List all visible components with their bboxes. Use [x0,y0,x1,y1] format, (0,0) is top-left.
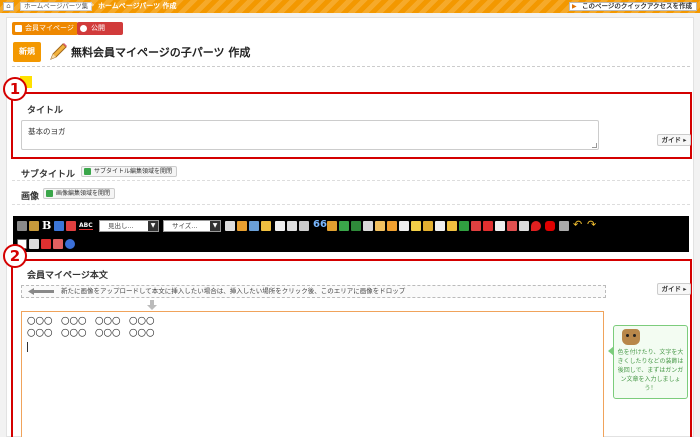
youtube-icon[interactable] [545,221,555,231]
tip-bubble: 色を付けたり、文字を大きくしたりなどの装飾は後回しで、まずはガンガン文章を入力し… [608,325,688,399]
highlight-icon[interactable] [411,221,421,231]
bookmark-icon[interactable] [483,221,493,231]
size-select-label: サイズ... [172,222,198,230]
chevron-down-icon: ▼ [210,221,220,231]
top-bar: ⌂ ホームページパーツ集 » ホームページパーツ 作成 ▶ このページのクイック… [0,0,700,13]
size-select[interactable]: サイズ... ▼ [163,220,221,232]
paste-icon[interactable] [29,221,39,231]
divider [12,180,690,181]
map-pin-icon[interactable] [531,221,541,231]
box-icon[interactable] [423,221,433,231]
title-section: タイトル 基本のヨガ ガイド ▸ [11,92,692,159]
box-yellow-icon[interactable] [447,221,457,231]
title-guide-button[interactable]: ガイド ▸ [657,134,691,146]
pdf-icon[interactable] [41,239,51,249]
image-label: 画像 [21,192,40,202]
divider [12,204,690,205]
page-icon[interactable] [29,239,39,249]
breadcrumb-current: ホームページパーツ 作成 [98,2,177,10]
mascot-icon [622,329,640,345]
frame-icon[interactable] [495,221,505,231]
folder-icon[interactable] [261,221,271,231]
image-icon[interactable] [363,221,373,231]
blank-icon[interactable] [519,221,529,231]
text-cursor [27,342,28,352]
subtitle-toggle-label: サブタイトル編集領域を開閉 [94,168,173,175]
unlink-icon[interactable] [351,221,361,231]
editor-toolbar: B ABC 見出し... ▼ サイズ... ▼ 66 ↶ ↷ [13,216,689,252]
tip-text: 色を付けたり、文字を大きくしたりなどの装飾は後回しで、まずはガンガン文章を入力し… [617,349,684,392]
special-char-icon[interactable] [327,221,337,231]
callout-number-2: 2 [3,244,27,268]
document-icon[interactable] [375,221,385,231]
image-drop-area[interactable]: 新たに画像をアップロードして本文に挿入したい場合は、挿入したい場所をクリック後、… [21,285,606,298]
bullet-list-icon[interactable] [275,221,285,231]
link-icon: ▶ [571,3,577,10]
home-icon[interactable]: ⌂ [3,2,14,11]
page-content: 会員マイページ 公開 新規 無料会員マイページの子パーツ 作成 タイトル 基本の… [3,17,694,437]
horizontal-rule-icon[interactable] [471,221,481,231]
breadcrumb-separator: » [90,1,95,9]
bold-icon[interactable]: B [42,219,51,232]
editor-line: 〇〇〇 〇〇〇 〇〇〇 〇〇〇 [27,329,155,339]
image-toggle-label: 画像編集領域を開閉 [56,190,111,197]
box-green-icon[interactable] [459,221,469,231]
body-guide-button[interactable]: ガイド ▸ [657,283,691,295]
lock-icon [15,25,22,32]
numbered-list-icon[interactable] [287,221,297,231]
embed-icon[interactable] [559,221,569,231]
arrow-right-icon [28,288,54,295]
title-value: 基本のヨガ [28,127,66,136]
template-icon[interactable] [387,221,397,231]
copy-icon[interactable] [237,221,247,231]
font-color-icon[interactable] [66,221,76,231]
body-editor[interactable]: 〇〇〇 〇〇〇 〇〇〇 〇〇〇 〇〇〇 〇〇〇 〇〇〇 〇〇〇 [21,311,604,437]
title-input[interactable]: 基本のヨガ [21,120,599,150]
chevron-down-icon: ▼ [148,221,158,231]
align-center-icon[interactable] [435,221,445,231]
eraser-icon[interactable] [54,221,64,231]
table-icon[interactable] [249,221,259,231]
checklist-icon[interactable] [299,221,309,231]
public-chip-label: 公開 [91,24,105,32]
source-icon[interactable] [17,221,27,231]
download-icon [84,168,91,175]
member-page-chip: 会員マイページ [12,22,78,35]
redo-icon[interactable]: ↷ [587,218,596,231]
new-badge: 新規 [13,42,41,62]
body-label: 会員マイページ本文 [27,271,108,281]
body-section: 会員マイページ本文 ガイド ▸ 新たに画像をアップロードして本文に挿入したい場合… [11,259,692,437]
title-label: タイトル [27,106,64,116]
download-icon [46,190,53,197]
file-icon[interactable] [53,239,63,249]
align-left-icon[interactable] [399,221,409,231]
tip-pointer [608,346,614,356]
member-chip-label: 会員マイページ [25,24,74,32]
quote-icon[interactable]: 66 [313,219,327,230]
heading-select[interactable]: 見出し... ▼ [99,220,159,232]
public-status-chip[interactable]: 公開 [77,22,123,35]
page-title: 無料会員マイページの子パーツ 作成 [71,46,251,59]
breadcrumb-parts-list[interactable]: ホームページパーツ集 [20,2,93,11]
drop-hint: 新たに画像をアップロードして本文に挿入したい場合は、挿入したい場所をクリック後、… [61,287,406,295]
resize-handle-icon[interactable] [592,143,597,148]
divider [12,66,690,67]
image-toggle-button[interactable]: 画像編集領域を開閉 [43,188,116,199]
callout-number-1: 1 [3,77,27,101]
editor-line: 〇〇〇 〇〇〇 〇〇〇 〇〇〇 [27,317,155,327]
quick-access-label: このページのクイックアクセスを作成 [581,2,692,10]
undo-icon[interactable]: ↶ [573,218,582,231]
quick-access-button[interactable]: ▶ このページのクイックアクセスを作成 [568,2,697,11]
subtitle-toggle-button[interactable]: サブタイトル編集領域を開閉 [81,166,178,177]
arrow-down-icon [147,300,157,310]
public-icon [80,25,87,32]
spellcheck-icon[interactable]: ABC [79,222,93,230]
plus-icon[interactable] [225,221,235,231]
form-icon[interactable] [507,221,517,231]
help-icon[interactable] [65,239,75,249]
pencil-icon [50,43,67,60]
subtitle-label: サブタイトル [21,170,76,180]
heading-select-label: 見出し... [108,222,134,230]
link-icon[interactable] [339,221,349,231]
